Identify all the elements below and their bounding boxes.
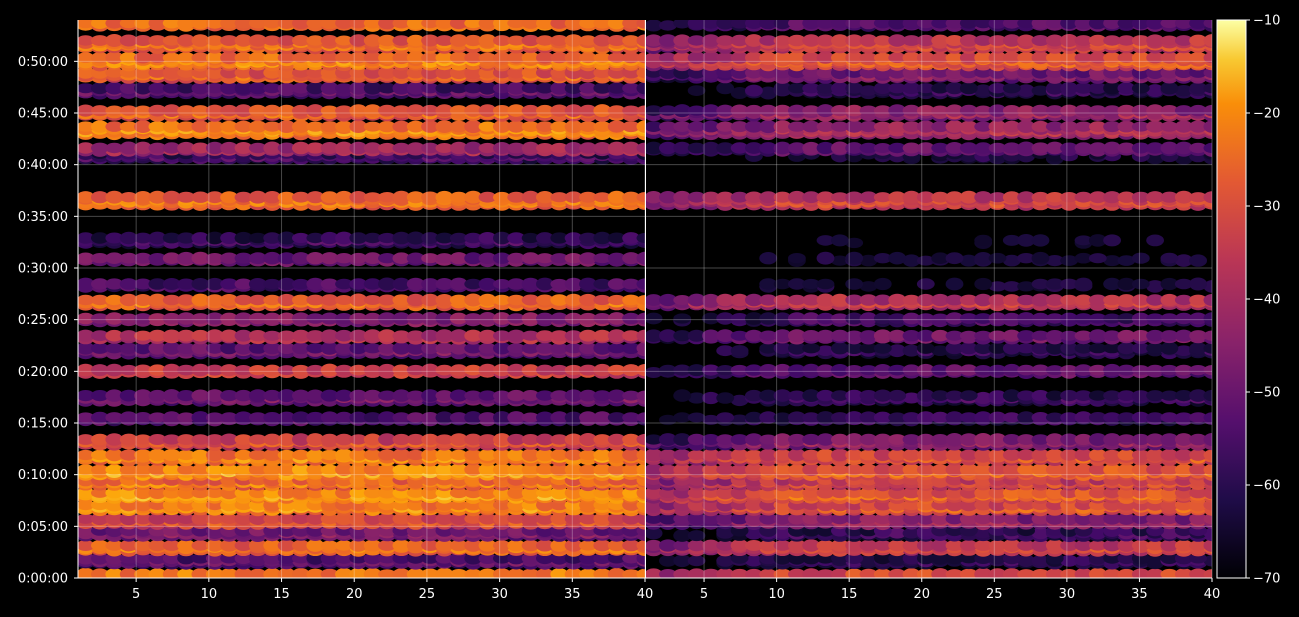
heatmap-cell <box>687 530 706 542</box>
heatmap-cell <box>687 555 706 567</box>
heatmap-panel-right <box>646 20 1213 579</box>
heatmap-cell <box>888 389 907 402</box>
heatmap-cell <box>716 392 735 404</box>
heatmap-figure: 0:00:000:05:000:10:000:15:000:20:000:25:… <box>18 14 1281 603</box>
heatmap-cell <box>687 412 706 423</box>
heatmap-panel-left <box>78 20 646 579</box>
heatmap-cell <box>716 412 735 423</box>
heatmap-cell <box>959 390 978 401</box>
heatmap-cell <box>673 389 692 402</box>
